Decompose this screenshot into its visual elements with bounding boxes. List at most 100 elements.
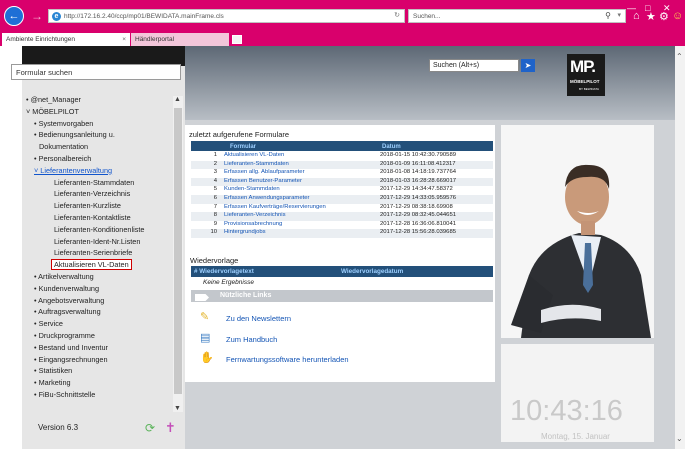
book-icon: ▤ bbox=[200, 332, 211, 344]
ie-page-icon: e bbox=[52, 11, 61, 21]
minimize-icon[interactable]: — bbox=[627, 3, 636, 13]
row-number: 2 bbox=[213, 160, 217, 167]
sidebar-item-kundenverwaltung[interactable]: • Kundenverwaltung bbox=[26, 283, 173, 295]
portal-search-input[interactable]: Suchen (Alt+s) bbox=[429, 59, 519, 72]
form-link[interactable]: Lieferanten-Stammdaten bbox=[224, 161, 289, 167]
sidebar-item-marketing[interactable]: • Marketing bbox=[26, 377, 173, 389]
sidebar-item-lieferanten-konditionenliste[interactable]: Lieferanten-Konditionenliste bbox=[26, 224, 173, 236]
forward-button[interactable]: → bbox=[27, 6, 47, 26]
sidebar-header bbox=[22, 46, 185, 66]
sidebar-item-label: Aktualisieren VL-Daten bbox=[51, 259, 132, 271]
form-link[interactable]: Aktualisieren VL-Daten bbox=[224, 152, 284, 158]
form-link[interactable]: Kunden-Stammdaten bbox=[224, 186, 280, 192]
sidebar-item-fibu-schnittstelle[interactable]: • FiBu-Schnittstelle bbox=[26, 389, 173, 401]
form-link[interactable]: Erfassen Benutzer-Parameter bbox=[224, 178, 302, 184]
chevron-down-icon[interactable]: ▾ bbox=[617, 11, 621, 19]
form-link[interactable]: Erfassen Kaufverträge/Reservierungen bbox=[224, 204, 326, 210]
col-wiedervorlagetext: # Wiedervorlagetext bbox=[194, 268, 254, 275]
refresh-icon[interactable]: ↻ bbox=[394, 11, 400, 19]
table-row[interactable]: 3 Erfassen allg. Ablaufparameter 2018-01-0… bbox=[191, 169, 493, 178]
pin-icon[interactable]: ✝ bbox=[165, 420, 176, 436]
sidebar-item-lieferanten-kurzliste[interactable]: Lieferanten-Kurzliste bbox=[26, 200, 173, 212]
tab-close-icon[interactable]: × bbox=[122, 36, 126, 43]
row-number: 6 bbox=[213, 195, 217, 201]
table-row[interactable]: 8 Lieferanten-Verzeichnis 2017-12-29 08:32… bbox=[191, 212, 493, 221]
table-row[interactable]: 2 Lieferanten-Stammdaten 2018-01-09 16:11:… bbox=[191, 160, 493, 170]
table-row[interactable]: 10 Hintergrundjobs 2017-12-28 15:56:28.039… bbox=[191, 229, 493, 238]
sidebar-item-lieferanten-kontaktliste[interactable]: Lieferanten-Kontaktliste bbox=[26, 212, 173, 224]
form-link[interactable]: Erfassen Anwendungsparameter bbox=[224, 195, 309, 201]
table-row[interactable]: 7 Erfassen Kaufverträge/Reservierungen 201… bbox=[191, 204, 493, 213]
sidebar-item-bedienungsanleitung[interactable]: • Bedienungsanleitung u. bbox=[26, 129, 173, 141]
form-link[interactable]: Provisionsabrechnung bbox=[224, 221, 282, 227]
form-link[interactable]: Hintergrundjobs bbox=[224, 229, 266, 235]
sidebar-item-lieferanten-verzeichnis[interactable]: Lieferanten-Verzeichnis bbox=[26, 188, 173, 200]
sidebar-item-aktualisieren-vl-daten[interactable]: Aktualisieren VL-Daten bbox=[26, 259, 173, 271]
sidebar-item-angebotsverwaltung[interactable]: • Angebotsverwaltung bbox=[26, 295, 173, 307]
sidebar-item-artikelverwaltung[interactable]: • Artikelverwaltung bbox=[26, 271, 173, 283]
browser-search-input[interactable]: Suchen... ⚲ ▾ bbox=[408, 9, 626, 23]
browser-titlebar: ← → e http://172.16.2.40/ccp/mp01/BEWIDA… bbox=[0, 0, 685, 32]
tab-ambiente[interactable]: Ambiente Einrichtungen × bbox=[2, 33, 130, 46]
table-row[interactable]: 1 Aktualisieren VL-Daten 2018-01-15 10:42:… bbox=[191, 152, 493, 161]
refresh-icon[interactable]: ⟳ bbox=[145, 421, 155, 435]
row-number: 7 bbox=[213, 203, 217, 210]
new-tab-button[interactable] bbox=[232, 35, 242, 44]
tab-haendlerportal[interactable]: Händlerportal bbox=[131, 33, 229, 46]
handbook-link[interactable]: Zum Handbuch bbox=[226, 335, 277, 344]
sidebar-item-systemvorgaben[interactable]: • Systemvorgaben bbox=[26, 118, 173, 130]
resubmission-title: Wiedervorlage bbox=[190, 256, 239, 265]
sidebar-item-lieferanten-serienbriefe[interactable]: Lieferanten-Serienbriefe bbox=[26, 247, 173, 259]
sidebar-item-lieferantenverwaltung[interactable]: ˅ Lieferantenverwaltung bbox=[26, 165, 173, 177]
sidebar-item-statistiken[interactable]: • Statistiken bbox=[26, 365, 173, 377]
sidebar-item-bestand-inventur[interactable]: • Bestand und Inventur bbox=[26, 342, 173, 354]
table-row[interactable]: 5 Kunden-Stammdaten 2017-12-29 14:34:47.58… bbox=[191, 186, 493, 195]
businessman-illustration bbox=[501, 125, 654, 338]
sidebar-item-lieferanten-ident-listen[interactable]: Lieferanten-Ident-Nr.Listen bbox=[26, 236, 173, 248]
tab-label: Händlerportal bbox=[135, 36, 175, 43]
scroll-up-icon[interactable]: ⌃ bbox=[676, 52, 683, 61]
row-number: 8 bbox=[213, 212, 217, 219]
form-link[interactable]: Lieferanten-Verzeichnis bbox=[224, 212, 286, 218]
form-search-input[interactable]: Formular suchen bbox=[11, 64, 181, 80]
sidebar-scrollbar[interactable]: ▲ ▼ bbox=[173, 96, 183, 412]
sidebar-item-dokumentation[interactable]: Dokumentation bbox=[26, 141, 173, 153]
sidebar-item-eingangsrechnungen[interactable]: • Eingangsrechnungen bbox=[26, 354, 173, 366]
scroll-up-icon[interactable]: ▲ bbox=[174, 96, 181, 103]
scrollbar-thumb[interactable] bbox=[174, 108, 182, 394]
row-date: 2018-01-15 10:42:30.790589 bbox=[380, 152, 456, 158]
search-icon[interactable]: ⚲ bbox=[605, 11, 611, 20]
scroll-down-icon[interactable]: ⌄ bbox=[676, 434, 683, 443]
newsletter-link[interactable]: Zu den Newslettern bbox=[226, 314, 291, 323]
main-scrollbar[interactable]: ⌃ ⌄ bbox=[675, 46, 685, 449]
address-bar[interactable]: e http://172.16.2.40/ccp/mp01/BEWIDATA.m… bbox=[48, 9, 405, 23]
col-formular: Formular bbox=[230, 144, 257, 150]
col-datum: Datum bbox=[382, 144, 401, 150]
close-icon[interactable]: ✕ bbox=[663, 3, 671, 14]
sidebar-item-net-manager[interactable]: • @net_Manager bbox=[26, 94, 173, 106]
form-link[interactable]: Erfassen allg. Ablaufparameter bbox=[224, 169, 305, 175]
sidebar-item-moebelpilot[interactable]: ˅ MÖBELPILOT bbox=[26, 106, 173, 118]
row-number: 1 bbox=[213, 152, 217, 158]
portal-search-button[interactable]: ➤ bbox=[521, 59, 535, 72]
remote-maintenance-link[interactable]: Fernwartungssoftware herunterladen bbox=[226, 355, 349, 364]
tab-label: Ambiente Einrichtungen bbox=[6, 36, 76, 43]
table-row[interactable]: 4 Erfassen Benutzer-Parameter 2018-01-03 1… bbox=[191, 177, 493, 187]
table-row[interactable]: 6 Erfassen Anwendungsparameter 2017-12-29 … bbox=[191, 195, 493, 204]
clock-date: Montag, 15. Januar bbox=[541, 432, 610, 441]
smiley-icon[interactable]: ☺ bbox=[672, 10, 683, 22]
form-search-label: Formular suchen bbox=[16, 68, 73, 77]
sidebar-item-druckprogramme[interactable]: • Druckprogramme bbox=[26, 330, 173, 342]
resubmission-empty: Keine Ergebnisse bbox=[203, 279, 254, 286]
businessman-photo bbox=[501, 125, 654, 338]
sidebar-item-personalbereich[interactable]: • Personalbereich bbox=[26, 153, 173, 165]
sidebar-item-lieferanten-stammdaten[interactable]: Lieferanten-Stammdaten bbox=[26, 177, 173, 189]
back-button[interactable]: ← bbox=[4, 6, 24, 26]
sidebar-item-auftragsverwaltung[interactable]: • Auftragsverwaltung bbox=[26, 306, 173, 318]
row-number: 4 bbox=[213, 177, 217, 184]
table-row[interactable]: 9 Provisionsabrechnung 2017-12-28 16:36:06… bbox=[191, 221, 493, 230]
sidebar-item-service[interactable]: • Service bbox=[26, 318, 173, 330]
maximize-icon[interactable]: □ bbox=[645, 3, 650, 13]
scroll-down-icon[interactable]: ▼ bbox=[174, 405, 181, 412]
row-number: 9 bbox=[213, 220, 217, 227]
